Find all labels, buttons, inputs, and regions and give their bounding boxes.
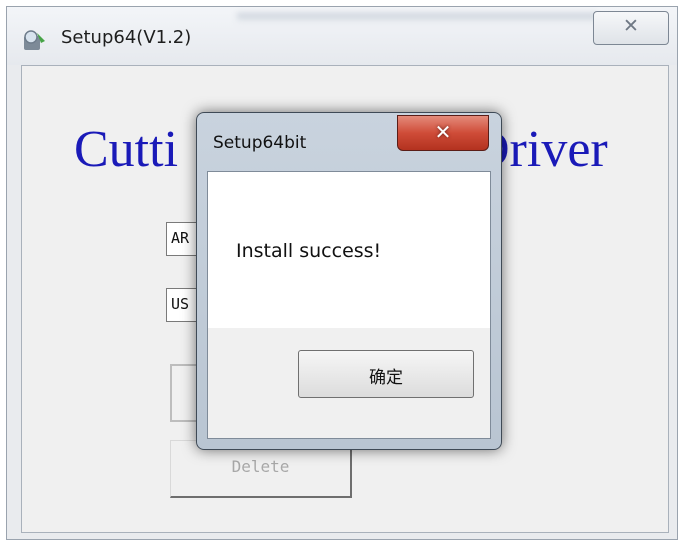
main-close-button[interactable]: ✕ [593, 11, 669, 45]
main-window-title: Setup64(V1.2) [61, 27, 192, 48]
dialog-title: Setup64bit [213, 133, 307, 153]
dialog-body: Install success! 确定 [207, 171, 491, 439]
title-glass [237, 13, 597, 23]
close-icon: ✕ [434, 120, 452, 144]
ok-button[interactable]: 确定 [298, 350, 474, 398]
close-icon: ✕ [623, 15, 639, 37]
main-title-bar[interactable]: Setup64(V1.2) ✕ [7, 7, 677, 65]
dialog-close-button[interactable]: ✕ [397, 115, 489, 151]
dialog-message: Install success! [236, 240, 382, 262]
message-dialog: Setup64bit ✕ Install success! 确定 [196, 112, 502, 450]
heading-left: Cutti [74, 121, 179, 178]
setup-app-icon [24, 30, 45, 50]
